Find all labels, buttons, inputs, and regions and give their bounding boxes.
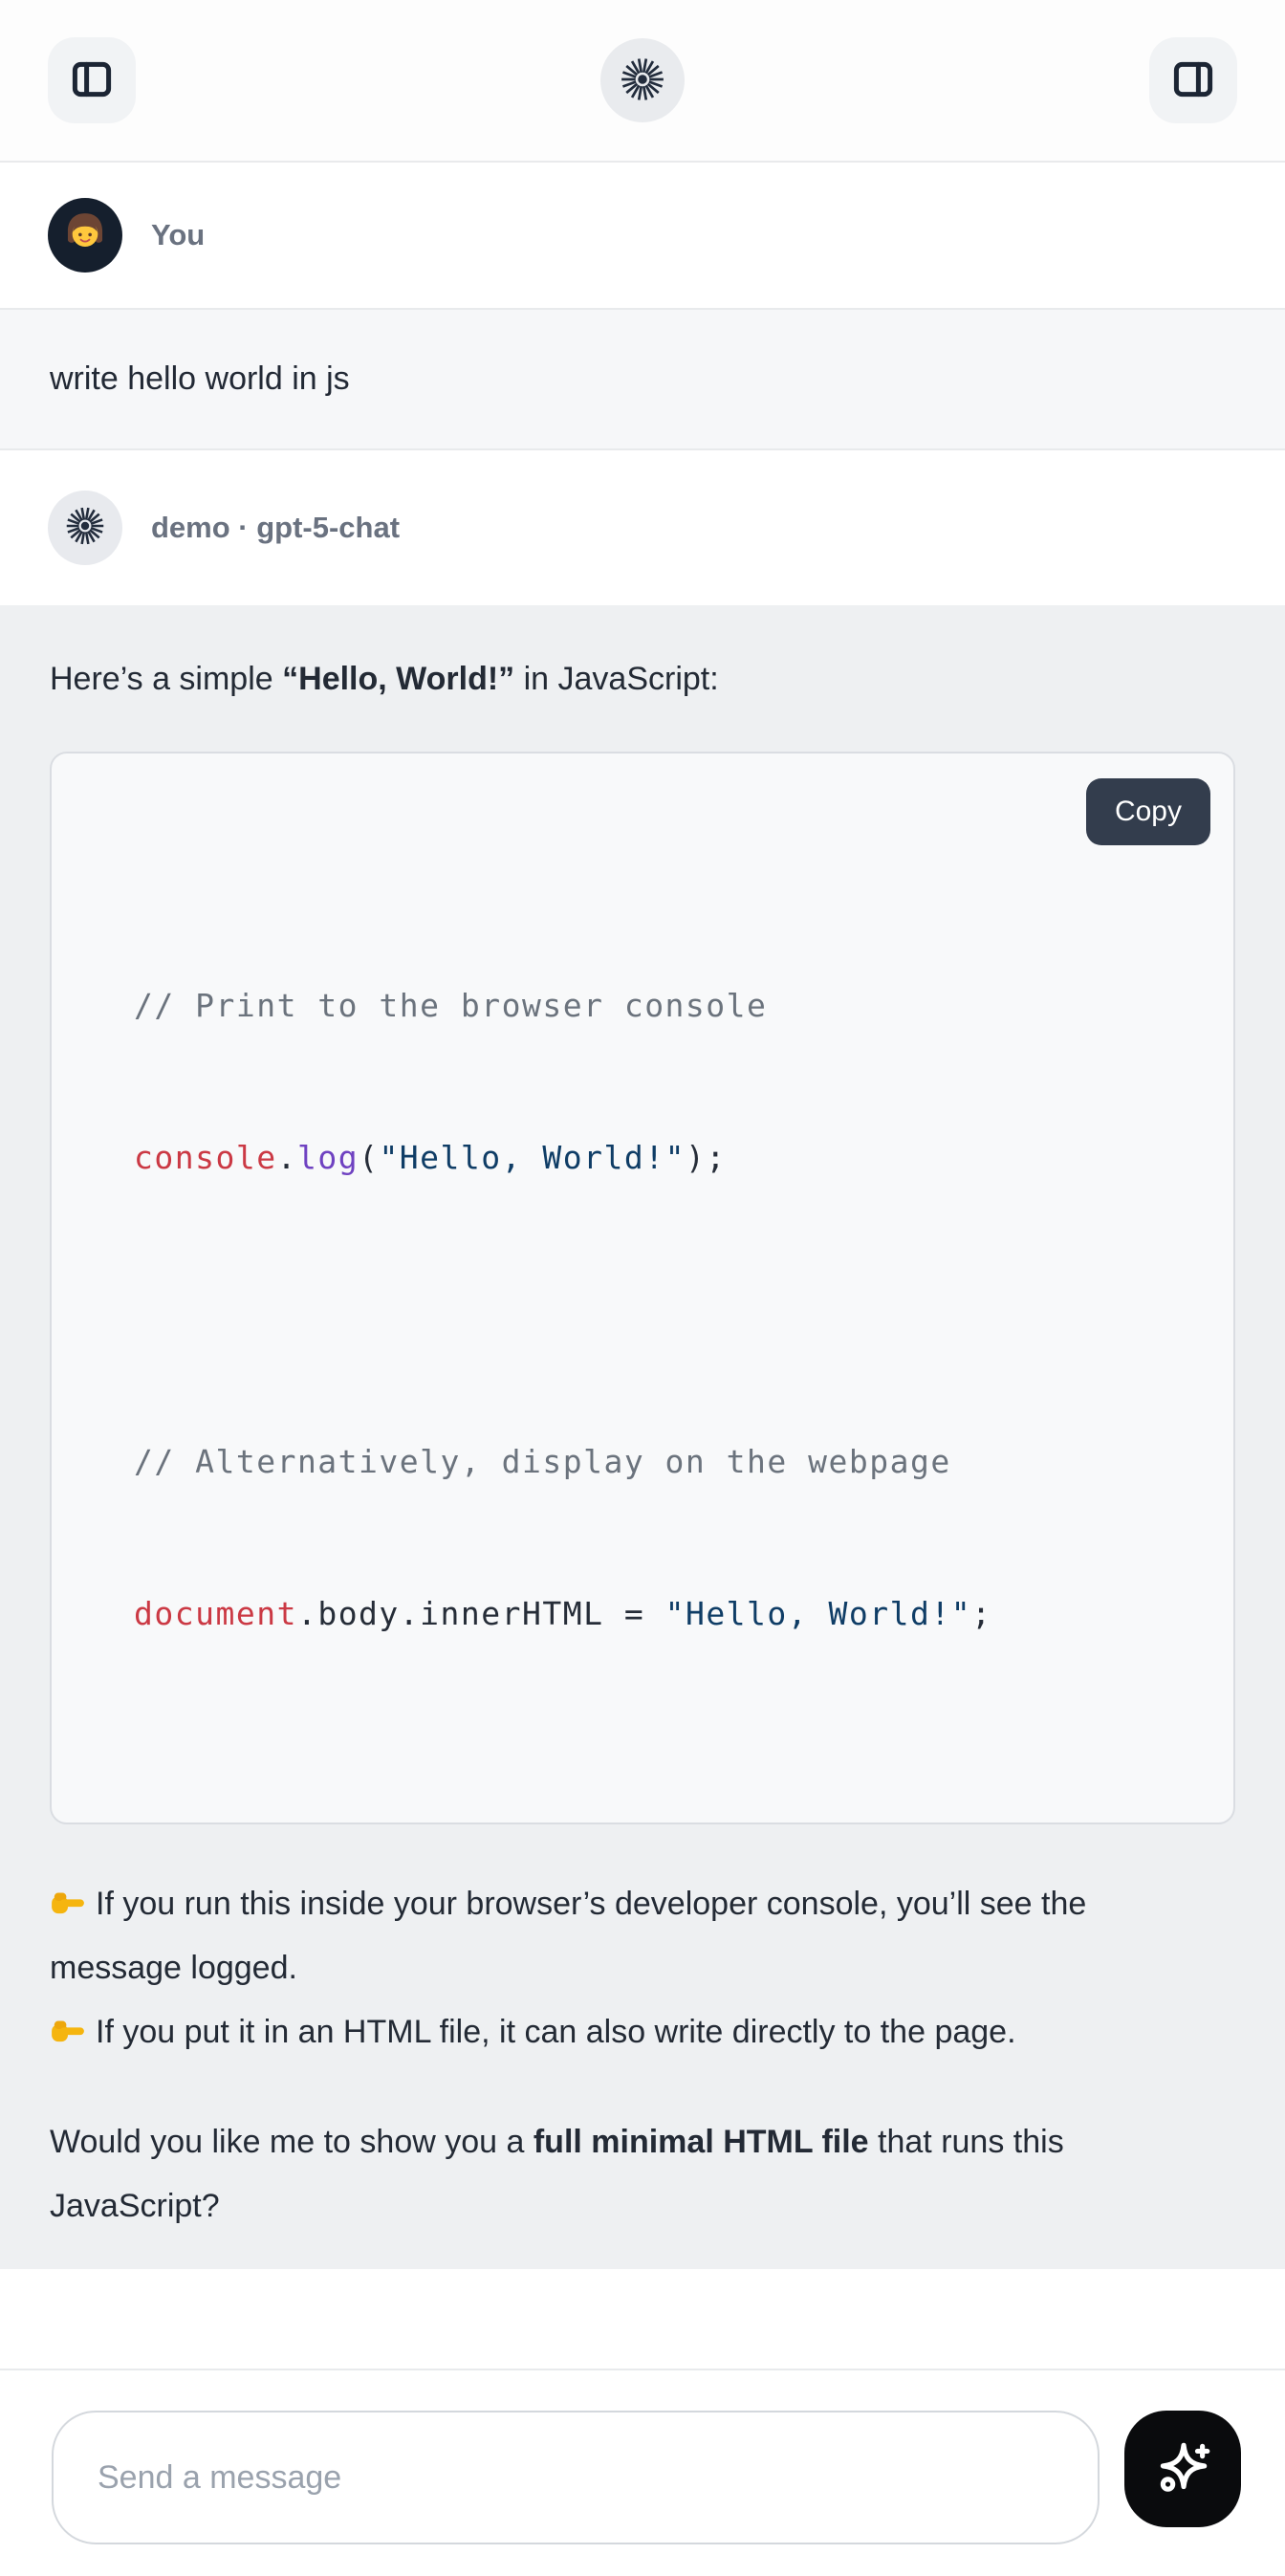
note-line: If you run this inside your browser’s de… <box>50 1886 1086 1986</box>
composer-bar <box>0 2369 1285 2576</box>
code-line: document.body.innerHTML = "Hello, World!… <box>134 1588 1195 1639</box>
message-input[interactable] <box>52 2411 1100 2544</box>
user-message-text: write hello world in js <box>50 360 350 398</box>
user-name-label: You <box>151 218 205 252</box>
note-line: If you put it in an HTML file, it can al… <box>50 2014 1016 2050</box>
intro-paragraph: Here’s a simple “Hello, World!” in JavaS… <box>50 647 1149 711</box>
code-line: // Alternatively, display on the webpage <box>134 1436 1195 1487</box>
assistant-message-header: demo · gpt-5-chat <box>0 450 1285 605</box>
code-line-blank <box>134 1284 1195 1335</box>
user-avatar <box>48 198 122 273</box>
top-bar <box>0 0 1285 163</box>
panel-right-icon <box>1170 56 1216 105</box>
copy-button[interactable]: Copy <box>1086 778 1210 845</box>
note-paragraph: If you run this inside your browser’s de… <box>50 1872 1149 2064</box>
assistant-message-body: Here’s a simple “Hello, World!” in JavaS… <box>0 605 1285 2269</box>
code-line: // Print to the browser console <box>134 980 1195 1031</box>
person-emoji-icon <box>61 209 109 262</box>
panel-left-icon <box>69 56 115 105</box>
assistant-name-label: demo · gpt-5-chat <box>151 511 400 545</box>
question-paragraph: Would you like me to show you a full min… <box>50 2110 1149 2238</box>
model-status-button[interactable] <box>600 38 685 122</box>
sparkles-icon <box>1151 2436 1214 2502</box>
starburst-icon <box>619 55 666 106</box>
sidebar-toggle-button[interactable] <box>48 37 136 123</box>
code-line: console.log("Hello, World!"); <box>134 1132 1195 1183</box>
send-button[interactable] <box>1124 2411 1241 2527</box>
panel-toggle-button[interactable] <box>1149 37 1237 123</box>
assistant-avatar <box>48 491 122 565</box>
code-block: Copy // Print to the browser console con… <box>50 752 1235 1824</box>
user-message-header: You <box>0 163 1285 308</box>
pointing-right-hand-icon <box>50 1884 86 1920</box>
user-message-bubble: write hello world in js <box>0 308 1285 450</box>
chat-screen: { "topbar": { "left_icon": "panel-left",… <box>0 0 1285 2576</box>
chat-scroll-area[interactable] <box>0 2269 1285 2369</box>
pointing-right-hand-icon <box>50 2012 86 2048</box>
starburst-icon <box>64 505 106 552</box>
